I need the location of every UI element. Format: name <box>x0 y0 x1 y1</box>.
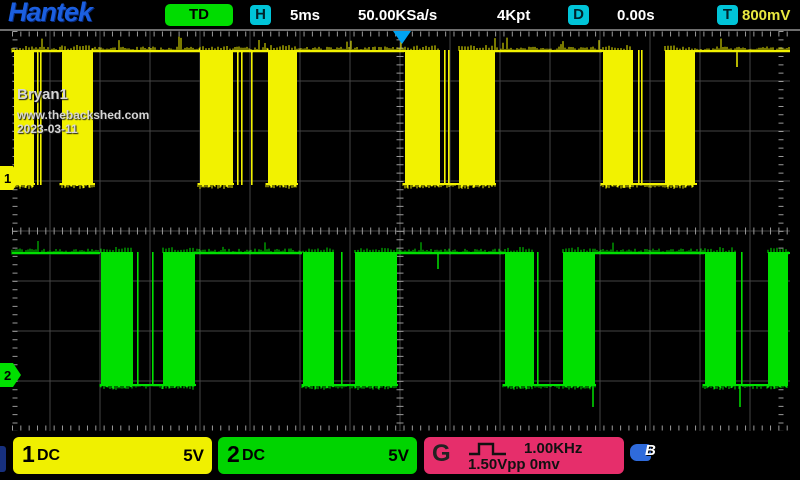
channel1-number: 1 <box>22 441 35 468</box>
overlay-date: 2023-03-11 <box>17 122 78 136</box>
overlay-username: Bryan1 <box>17 86 68 103</box>
oscilloscope-screen: 12 Hantek TD H 5ms 50.00KSa/s 4Kpt D 0.0… <box>0 0 800 480</box>
bottom-status-bar: 1 DC 5V 2 DC 5V G 1.00KHz 1.50Vpp 0mv B <box>0 434 800 480</box>
channel1-coupling: DC <box>37 447 60 465</box>
channel2-coupling: DC <box>242 447 265 465</box>
trigger-level-readout: 800mV <box>742 7 790 24</box>
square-wave-icon <box>466 441 516 457</box>
generator-info-box[interactable]: G 1.00KHz 1.50Vpp 0mv <box>424 437 624 474</box>
channel1-scale: 5V <box>183 446 204 466</box>
generator-amplitude: 1.50Vpp 0mv <box>468 456 560 473</box>
horizontal-menu-badge[interactable]: H <box>250 5 271 25</box>
channel-marker-1: 1 <box>4 171 11 186</box>
overlay-website: www.thebackshed.com <box>17 108 149 122</box>
generator-label: G <box>432 440 451 468</box>
trigger-menu-badge[interactable]: T <box>717 5 738 25</box>
waveform-display: 12 <box>0 0 800 480</box>
channel2-info-box[interactable]: 2 DC 5V <box>218 437 417 474</box>
sample-rate-readout: 50.00KSa/s <box>358 7 437 24</box>
usb-device-letter: B <box>645 442 656 459</box>
channel2-scale: 5V <box>388 446 409 466</box>
channel1-info-box[interactable]: 1 DC 5V <box>13 437 212 474</box>
brand-logo: Hantek <box>8 0 92 28</box>
horizontal-offset-readout: 0.00s <box>617 7 655 24</box>
memory-depth-readout: 4Kpt <box>497 7 530 24</box>
timebase-readout: 5ms <box>290 7 320 24</box>
generator-frequency: 1.00KHz <box>524 440 582 457</box>
acquire-mode-badge[interactable]: TD <box>165 4 233 26</box>
delay-menu-badge[interactable]: D <box>568 5 589 25</box>
top-status-bar: Hantek TD H 5ms 50.00KSa/s 4Kpt D 0.00s … <box>0 0 800 31</box>
edge-indicator <box>0 446 6 472</box>
channel2-number: 2 <box>227 441 240 468</box>
channel-marker-2: 2 <box>4 368 11 383</box>
